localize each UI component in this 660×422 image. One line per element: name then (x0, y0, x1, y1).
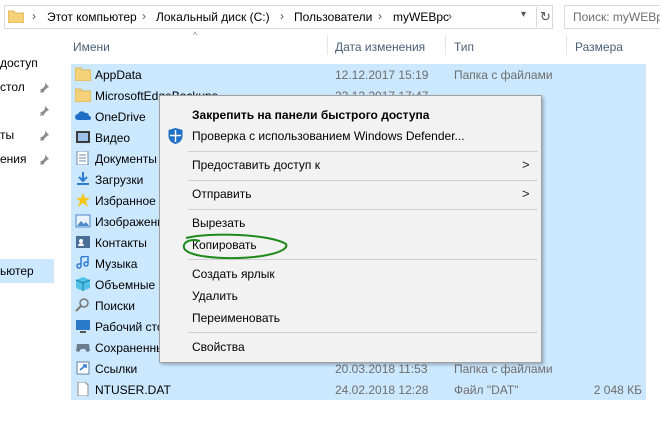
nav-item-quick-access[interactable]: доступ (0, 56, 38, 70)
menu-item-label: Переименовать (192, 311, 280, 325)
breadcrumb-mywebpc[interactable]: myWEBpc (393, 10, 449, 24)
file-type: Файл "DAT" (454, 383, 519, 397)
file-date: 20.03.2018 11:53 (335, 362, 428, 376)
downloads-icon (77, 172, 89, 185)
navigation-pane: доступ стол ты ения ьютер (0, 33, 54, 422)
breadcrumb-users[interactable]: Пользователи (294, 10, 372, 24)
column-header-name[interactable]: Имени (73, 40, 110, 54)
breadcrumb-local-disk[interactable]: Локальный диск (C:) (156, 10, 270, 24)
menu-item-properties[interactable]: Свойства (160, 336, 541, 358)
menu-item-label: Вырезать (192, 216, 246, 230)
music-icon (76, 256, 89, 269)
menu-item-delete[interactable]: Удалить (160, 285, 541, 307)
breadcrumb-separator: › (142, 9, 146, 23)
documents-icon (76, 151, 89, 165)
context-menu: Закрепить на панели быстрого доступа Про… (159, 95, 542, 363)
nav-item-documents[interactable]: ты (0, 128, 14, 142)
menu-separator (188, 209, 538, 210)
video-icon (76, 131, 90, 143)
onedrive-icon (75, 111, 91, 120)
address-bar-area: › Этот компьютер › Локальный диск (C:) ›… (0, 0, 660, 33)
column-divider[interactable] (445, 35, 446, 55)
menu-item-label: Проверка с использованием Windows Defend… (192, 129, 465, 143)
file-row[interactable]: NTUSER.DAT 24.02.2018 12:28 Файл "DAT" 2… (71, 379, 646, 400)
3d-objects-icon (75, 277, 91, 291)
chevron-right-icon: > (522, 186, 530, 201)
menu-item-label: Закрепить на панели быстрого доступа (192, 108, 430, 122)
menu-item-send-to[interactable]: Отправить > (160, 183, 541, 205)
sort-ascending-icon: ^ (193, 30, 198, 40)
folder-icon (8, 10, 24, 23)
menu-item-label: Создать ярлык (192, 267, 275, 281)
search-input[interactable]: Поиск: myWEBpc (564, 5, 660, 29)
saved-games-icon (76, 344, 90, 352)
menu-separator (188, 151, 538, 152)
nav-item-pictures[interactable]: ения (0, 152, 27, 166)
file-date: 24.02.2018 12:28 (335, 383, 429, 397)
file-name: AppData (95, 68, 142, 82)
breadcrumb-separator: › (448, 9, 452, 23)
column-header-date[interactable]: Дата изменения (335, 40, 425, 54)
desktop-icon (76, 320, 90, 333)
menu-item-label: Свойства (192, 340, 245, 354)
menu-item-create-shortcut[interactable]: Создать ярлык (160, 263, 541, 285)
highlight-circle-annotation (182, 233, 288, 260)
file-name: Музыка (95, 257, 138, 271)
menu-item-label: Предоставить доступ к (192, 158, 320, 172)
file-row[interactable]: AppData 12.12.2017 15:19 Папка с файлами (71, 64, 646, 85)
searches-icon (75, 298, 89, 312)
pin-icon (40, 83, 49, 93)
menu-item-windows-defender[interactable]: Проверка с использованием Windows Defend… (160, 125, 541, 147)
breadcrumb-this-pc[interactable]: Этот компьютер (47, 10, 137, 24)
folder-icon (75, 88, 91, 102)
column-divider[interactable] (566, 35, 567, 55)
menu-item-label: Отправить (192, 187, 252, 201)
pin-icon (40, 131, 49, 141)
menu-item-pin-quick-access[interactable]: Закрепить на панели быстрого доступа (160, 104, 541, 126)
file-name: Ссылки (95, 362, 138, 376)
file-name: Поиски (95, 299, 135, 313)
favorites-icon (76, 193, 90, 207)
menu-item-rename[interactable]: Переименовать (160, 307, 541, 329)
column-header-row: ^ Имени Дата изменения Тип Размера (60, 30, 660, 59)
breadcrumb-separator: › (378, 9, 382, 23)
file-size: 2 048 КБ (593, 383, 642, 397)
file-type: Папка с файлами (454, 362, 553, 376)
breadcrumb-separator: › (32, 9, 36, 23)
pin-icon (40, 155, 49, 165)
menu-item-label: Удалить (192, 289, 238, 303)
nav-item-this-pc[interactable]: ьютер (0, 259, 54, 283)
menu-separator (188, 180, 538, 181)
breadcrumb-separator: › (280, 9, 284, 23)
file-name: Контакты (95, 236, 147, 250)
nav-item-label: ьютер (0, 264, 34, 278)
links-icon (76, 361, 90, 375)
file-name: OneDrive (95, 110, 146, 124)
column-header-size[interactable]: Размера (575, 40, 623, 54)
file-date: 12.12.2017 15:19 (335, 68, 429, 82)
refresh-icon[interactable]: ↻ (536, 7, 554, 27)
file-name: Избранное (95, 194, 156, 208)
file-name: NTUSER.DAT (95, 383, 171, 397)
chevron-down-icon[interactable]: ▾ (521, 9, 526, 20)
column-divider[interactable] (327, 35, 328, 55)
file-icon (77, 382, 89, 396)
menu-item-cut[interactable]: Вырезать (160, 212, 541, 234)
menu-item-share[interactable]: Предоставить доступ к > (160, 154, 541, 176)
windows-defender-icon (168, 128, 183, 144)
menu-separator (188, 332, 538, 333)
file-name: Документы (95, 152, 157, 166)
chevron-right-icon: > (522, 157, 530, 172)
file-name: Видео (95, 131, 131, 145)
folder-icon (75, 67, 91, 81)
pin-icon (40, 106, 49, 116)
file-name: Загрузки (95, 173, 144, 187)
contacts-icon (76, 236, 90, 248)
nav-item-desktop[interactable]: стол (0, 80, 25, 94)
address-bar[interactable]: › Этот компьютер › Локальный диск (C:) ›… (4, 5, 553, 29)
file-type: Папка с файлами (454, 68, 553, 82)
search-placeholder: Поиск: myWEBpc (573, 10, 660, 24)
pictures-icon (75, 214, 91, 228)
column-header-type[interactable]: Тип (454, 40, 474, 54)
